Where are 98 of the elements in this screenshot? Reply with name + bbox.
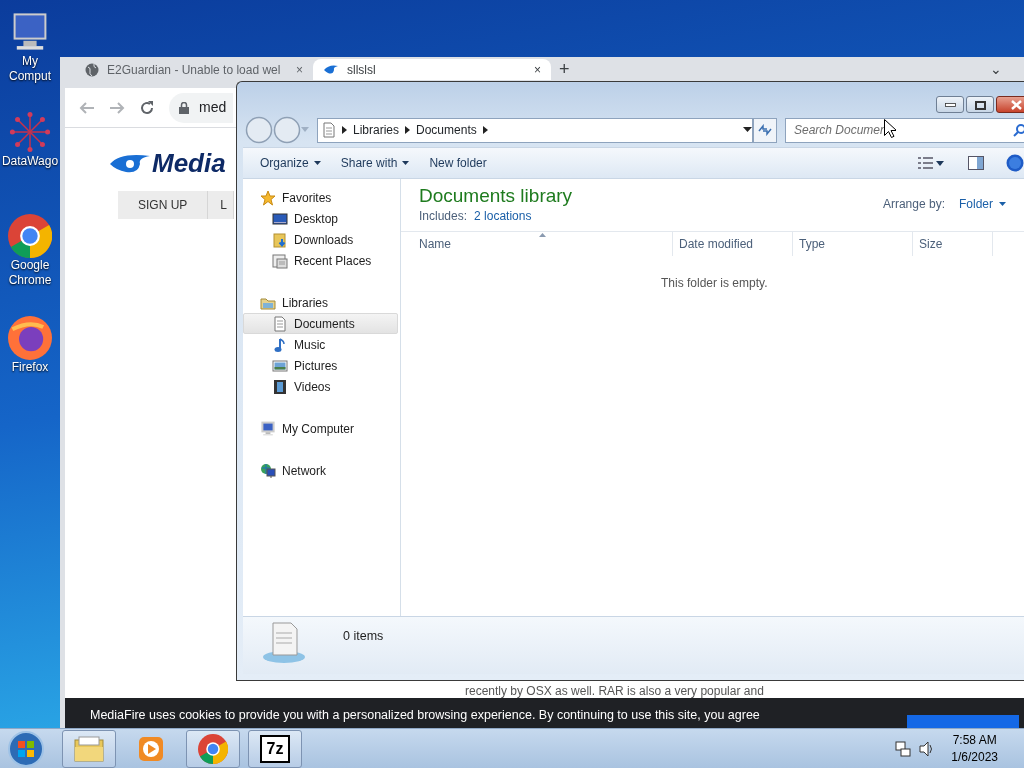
taskbar-button[interactable] [62, 729, 116, 768]
flame-icon [323, 63, 339, 76]
back-button[interactable] [245, 116, 273, 144]
seven-zip-icon: 7z [260, 734, 290, 763]
view-options-icon[interactable] [918, 157, 934, 169]
column-header[interactable]: Size [913, 232, 993, 256]
taskbar-button[interactable]: 7z [248, 729, 302, 768]
tab-title: sllslsl [347, 61, 377, 79]
locations-link[interactable]: 2 locations [474, 207, 532, 225]
nav-item[interactable]: Recent Places [243, 250, 398, 271]
taskbar-button[interactable] [186, 729, 240, 768]
clock-time: 7:58 AM [952, 731, 997, 749]
caret-icon [482, 126, 488, 134]
address-bar[interactable]: med [169, 92, 233, 123]
desktop-icon-label[interactable]: Firefox [0, 360, 60, 375]
forward-icon[interactable] [109, 99, 125, 116]
search-icon [1013, 123, 1024, 137]
network-graph-icon [8, 110, 52, 154]
film-strip-icon [272, 378, 288, 395]
star-icon [260, 189, 276, 206]
recent-places-icon [272, 252, 288, 269]
nav-item[interactable]: Desktop [243, 208, 398, 229]
library-document-icon [261, 621, 307, 665]
column-header[interactable]: Name [413, 232, 673, 256]
caret-icon [342, 126, 347, 134]
toolbar-button[interactable]: New folder [420, 151, 496, 175]
tab-close-button[interactable]: × [534, 60, 541, 79]
nav-item[interactable]: Network [243, 460, 398, 481]
minimize-icon [944, 102, 956, 107]
caret-icon [405, 126, 411, 134]
desktop-icon [272, 210, 288, 227]
browser-tab[interactable]: sllslsl × [313, 59, 551, 80]
folder-icon [272, 231, 288, 248]
minimize-button[interactable] [936, 96, 964, 113]
column-header[interactable]: Type [793, 232, 913, 256]
reload-icon[interactable] [139, 99, 155, 116]
clock-date: 1/6/2023 [951, 748, 998, 766]
nav-item[interactable]: Documents [243, 313, 398, 334]
refresh-icon [758, 124, 772, 136]
music-note-icon [272, 336, 288, 353]
lock-icon [179, 101, 189, 114]
signup-button[interactable]: SIGN UP [118, 191, 209, 219]
maximize-button[interactable] [966, 96, 994, 113]
new-tab-button[interactable]: + [559, 59, 570, 79]
firefox-icon [8, 316, 52, 360]
media-player-icon [136, 734, 166, 763]
empty-message: This folder is empty. [661, 275, 769, 292]
preview-pane-icon[interactable] [968, 156, 984, 170]
dropdown-arrow-icon[interactable] [743, 127, 752, 133]
nav-item[interactable]: Libraries [243, 292, 398, 313]
nav-item[interactable]: Music [243, 334, 398, 355]
desktop-icon-label[interactable]: My Comput [0, 54, 60, 84]
toolbar-button[interactable]: Organize [251, 151, 330, 175]
caret-icon[interactable] [936, 160, 944, 166]
refresh-button[interactable] [753, 117, 777, 143]
nav-item[interactable]: My Computer [243, 418, 398, 439]
item-count: 0 items [343, 628, 384, 645]
body-text: recently by OSX as well. RAR is also a very popular and [465, 683, 764, 700]
arrange-label: Arrange by: [882, 196, 945, 213]
address-text: med [199, 98, 227, 117]
library-title: Documents library [419, 185, 573, 207]
network-icon[interactable] [895, 739, 912, 758]
includes-label: Includes: [419, 208, 468, 225]
document-icon [272, 315, 288, 332]
chrome-icon [198, 733, 228, 764]
close-button[interactable] [996, 96, 1024, 113]
document-icon [322, 122, 336, 138]
desktop-icon-label[interactable]: Google Chrome [0, 258, 60, 288]
network-icon [260, 462, 276, 479]
help-icon[interactable] [1006, 154, 1024, 172]
nav-item[interactable]: Favorites [243, 187, 398, 208]
chrome-icon [8, 214, 52, 258]
toolbar-button[interactable]: Share with [331, 151, 419, 175]
folder-icon [74, 734, 104, 763]
address-bar[interactable]: Libraries Documents [317, 117, 753, 143]
breadcrumb-item[interactable]: Documents [416, 121, 477, 139]
caret-icon [999, 202, 1006, 206]
signup-button[interactable]: L [208, 191, 235, 219]
column-header[interactable]: Date modified [673, 232, 793, 256]
globe-icon [85, 62, 99, 77]
nav-item[interactable]: Downloads [243, 229, 398, 250]
tab-search-button[interactable]: ⌄ [990, 59, 1002, 79]
browser-tab[interactable]: E2Guardian - Unable to load wel × [75, 59, 313, 80]
picture-icon [272, 357, 288, 374]
mouse-cursor-icon [884, 119, 896, 138]
nav-item[interactable]: Pictures [243, 355, 398, 376]
breadcrumb-item[interactable]: Libraries [353, 121, 400, 139]
forward-button[interactable] [273, 116, 301, 144]
tab-title: E2Guardian - Unable to load wel [107, 61, 282, 79]
clock[interactable]: 7:58 AM 1/6/2023 [951, 731, 998, 766]
cookie-text: MediaFire uses cookies to provide you with a personalized browsing experience. By continuing to use this site, you agree [90, 707, 760, 724]
back-icon[interactable] [79, 99, 95, 116]
computer-icon [260, 420, 276, 437]
desktop-icon-label[interactable]: DataWago [0, 154, 60, 169]
tab-close-button[interactable]: × [296, 60, 303, 79]
arrange-dropdown[interactable]: Folder [959, 195, 1006, 213]
logo-text: Media [152, 148, 226, 179]
nav-item[interactable]: Videos [243, 376, 398, 397]
